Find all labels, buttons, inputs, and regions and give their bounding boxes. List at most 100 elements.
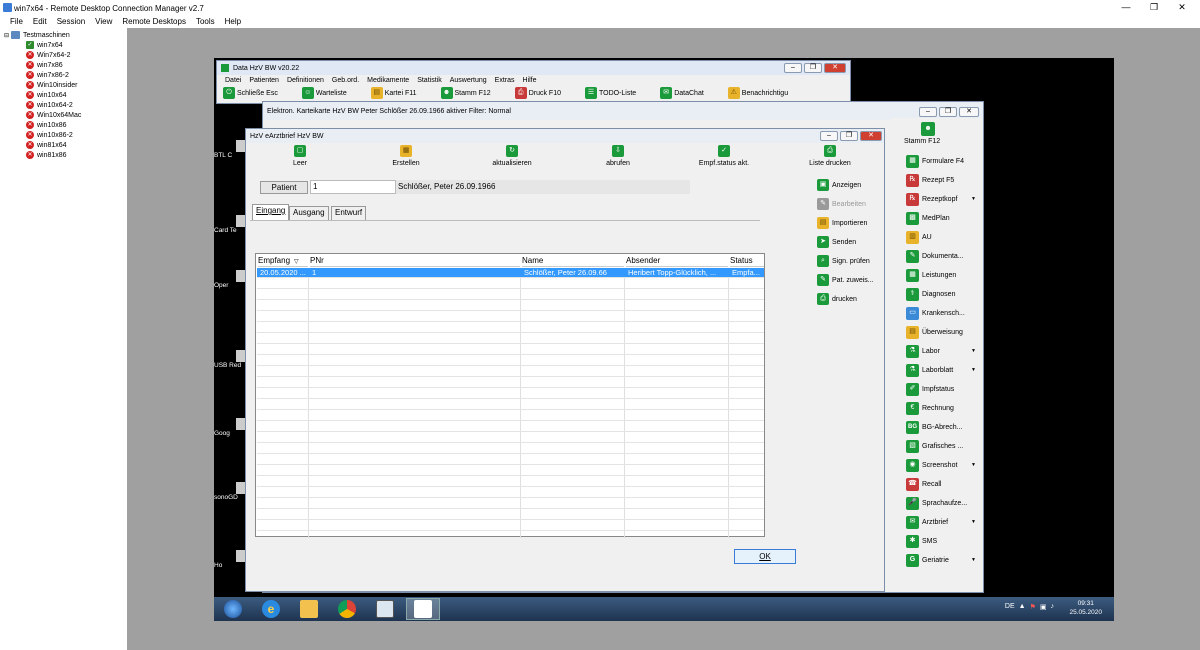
menu-session[interactable]: Session (57, 17, 85, 26)
rpanel-geriatrie[interactable]: G Geriatrie ▼ (906, 553, 982, 567)
table-row[interactable] (257, 455, 764, 465)
ok-button[interactable]: OK (734, 549, 796, 564)
warteliste-button[interactable]: ☺ Warteliste (301, 87, 347, 99)
dialog-minimize-button[interactable]: – (820, 131, 838, 141)
tree-item[interactable]: ✕ win7x86 (26, 60, 63, 70)
kartei-button[interactable]: ▤ Kartei F11 (370, 87, 417, 99)
table-row[interactable] (257, 499, 764, 509)
collapse-icon[interactable]: ⊟ (4, 32, 9, 39)
aktualisieren-button[interactable]: ↻ aktualisieren (472, 145, 552, 167)
col-status[interactable]: Status (730, 256, 764, 267)
volume-icon[interactable]: ♪ (1051, 603, 1055, 611)
rpanel-laborblatt[interactable]: ⚗ Laborblatt ▼ (906, 363, 982, 377)
rpanel-dokumentation[interactable]: ✎ Dokumenta... (906, 249, 982, 263)
table-row[interactable] (257, 367, 764, 377)
main-close-button[interactable]: ✕ (824, 63, 846, 73)
rpanel-rezeptkopf[interactable]: ℞ Rezeptkopf ▼ (906, 192, 982, 206)
sign-pruefen-button[interactable]: ⌕ Sign. prüfen (817, 255, 887, 267)
leer-button[interactable]: ▢ Leer (260, 145, 340, 167)
menu-tools[interactable]: Tools (196, 17, 215, 26)
rpanel-screenshot[interactable]: ◉ Screenshot ▼ (906, 458, 982, 472)
tree-item[interactable]: ✓ win7x64 (26, 40, 63, 50)
desktop-icon[interactable]: Ho (214, 550, 246, 569)
table-row[interactable] (257, 422, 764, 432)
menu-statistik[interactable]: Statistik (417, 77, 442, 84)
language-indicator[interactable]: DE (1005, 603, 1015, 611)
col-name[interactable]: Name (522, 256, 624, 267)
abrufen-button[interactable]: ⇩ abrufen (578, 145, 658, 167)
tree-item[interactable]: ✕ Win10insider (26, 80, 77, 90)
table-row[interactable] (257, 466, 764, 476)
menu-geb-ord[interactable]: Geb.ord. (332, 77, 359, 84)
desktop-icon[interactable]: BTL C (214, 140, 246, 159)
todo-button[interactable]: ☰ TODO-Liste (584, 87, 636, 99)
rpanel-formulare[interactable]: ▦ Formulare F4 (906, 154, 982, 168)
dialog-restore-button[interactable]: ❐ (840, 131, 858, 141)
menu-patienten[interactable]: Patienten (249, 77, 279, 84)
main-restore-button[interactable]: ❐ (804, 63, 822, 73)
tree-item[interactable]: ✕ win7x86-2 (26, 70, 69, 80)
taskbar-data-app[interactable] (406, 598, 440, 620)
rpanel-leistungen[interactable]: ▦ Leistungen (906, 268, 982, 282)
desktop-icon[interactable]: Card Te (214, 215, 246, 234)
tab-ausgang[interactable]: Ausgang (289, 206, 329, 220)
menu-medikamente[interactable]: Medikamente (367, 77, 409, 84)
col-empfang[interactable]: Empfang ▽ (258, 256, 308, 267)
tree-item[interactable]: ✕ Win7x64-2 (26, 50, 70, 60)
dropdown-arrow-icon[interactable]: ▼ (971, 557, 976, 563)
table-row[interactable] (257, 433, 764, 443)
stamm-f12-button[interactable]: ☻ (916, 122, 940, 136)
col-absender[interactable]: Absender (626, 256, 728, 267)
table-row[interactable] (257, 510, 764, 520)
table-row[interactable] (257, 389, 764, 399)
tree-root[interactable]: ⊟ Testmaschinen (4, 30, 70, 40)
taskbar-chrome[interactable] (330, 598, 364, 620)
druck-button[interactable]: ⎙ Druck F10 (514, 87, 561, 99)
rpanel-medplan[interactable]: ▩ MedPlan (906, 211, 982, 225)
empf-status-button[interactable]: ✓ Empf.status akt. (684, 145, 764, 167)
patient-number-field[interactable]: 1 (310, 180, 396, 194)
pat-zuweisen-button[interactable]: ✎ Pat. zuweis... (817, 274, 887, 286)
rpanel-rechnung[interactable]: € Rechnung (906, 401, 982, 415)
dialog-close-button[interactable]: ✕ (860, 131, 882, 141)
kartei-restore-button[interactable]: ❐ (939, 107, 957, 117)
menu-hilfe[interactable]: Hilfe (523, 77, 537, 84)
table-row[interactable] (257, 488, 764, 498)
schliesse-button[interactable]: ⏻ Schließe Esc (223, 87, 278, 99)
tree-item[interactable]: ✕ win10x86-2 (26, 130, 73, 140)
menu-file[interactable]: File (10, 17, 23, 26)
tree-item[interactable]: ✕ Win10x64Mac (26, 110, 81, 120)
tree-item[interactable]: ✕ win81x86 (26, 150, 67, 160)
close-button[interactable]: ✕ (1168, 0, 1196, 14)
tree-item[interactable]: ✕ win81x64 (26, 140, 67, 150)
table-row[interactable] (257, 444, 764, 454)
rpanel-impfstatus[interactable]: ✐ Impfstatus (906, 382, 982, 396)
table-row[interactable] (257, 400, 764, 410)
rpanel-recall[interactable]: ☎ Recall (906, 477, 982, 491)
minimize-button[interactable]: — (1112, 0, 1140, 14)
menu-help[interactable]: Help (225, 17, 241, 26)
table-row[interactable] (257, 301, 764, 311)
table-row[interactable]: 20.05.2020 ... 1 Schlößer, Peter 26.09.6… (257, 268, 764, 278)
anzeigen-button[interactable]: ▣ Anzeigen (817, 179, 887, 191)
start-button[interactable] (216, 598, 250, 620)
menu-edit[interactable]: Edit (33, 17, 47, 26)
desktop-icon[interactable]: Oper (214, 270, 246, 289)
tree-item[interactable]: ✕ win10x64 (26, 90, 67, 100)
menu-view[interactable]: View (95, 17, 112, 26)
taskbar-app[interactable] (368, 598, 402, 620)
desktop-icon[interactable]: USB Red (214, 350, 246, 369)
tree-item[interactable]: ✕ win10x64-2 (26, 100, 73, 110)
table-row[interactable] (257, 290, 764, 300)
rpanel-ueberweisung[interactable]: ▤ Überweisung (906, 325, 982, 339)
col-pnr[interactable]: PNr (310, 256, 520, 267)
table-row[interactable] (257, 323, 764, 333)
rpanel-sprachaufzeichnung[interactable]: 🎤 Sprachaufze... (906, 496, 982, 510)
dropdown-arrow-icon[interactable]: ▼ (971, 462, 976, 468)
tree-item[interactable]: ✕ win10x86 (26, 120, 67, 130)
rpanel-labor[interactable]: ⚗ Labor ▼ (906, 344, 982, 358)
kartei-close-button[interactable]: ✕ (959, 107, 979, 117)
menu-remote-desktops[interactable]: Remote Desktops (122, 17, 186, 26)
desktop-icon[interactable]: Goog (214, 418, 246, 437)
stamm-button[interactable]: ☻ Stamm F12 (440, 87, 491, 99)
